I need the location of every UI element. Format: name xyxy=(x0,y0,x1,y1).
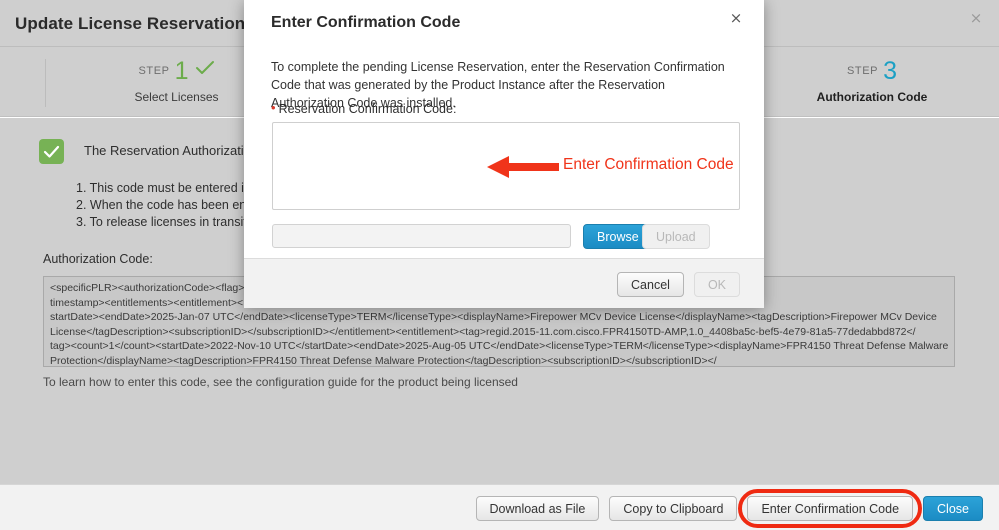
enter-confirmation-code-highlight: Enter Confirmation Code xyxy=(738,489,923,528)
code-line: startDate><endDate>2025-Jan-07 UTC</endD… xyxy=(50,311,937,324)
code-line: tag><count>1</count><startDate>2022-Nov-… xyxy=(50,340,948,353)
step-3-number: 3 xyxy=(883,57,898,85)
cancel-button[interactable]: Cancel xyxy=(617,272,684,297)
ok-button: OK xyxy=(693,272,740,297)
enter-confirmation-code-button[interactable]: Enter Confirmation Code xyxy=(747,496,914,521)
required-marker-icon: • xyxy=(271,100,276,115)
authorization-code-label: Authorization Code: xyxy=(43,252,153,266)
screen: Update License Reservation × STEP 1 Selec… xyxy=(0,0,999,530)
footer-button-group: Download as File Copy to Clipboard Enter… xyxy=(475,489,983,528)
confirmation-code-label-text: Reservation Confirmation Code: xyxy=(278,102,457,116)
code-line: Protection</displayName><tagDescription>… xyxy=(50,354,717,367)
dialog-close-icon[interactable]: × xyxy=(727,9,745,27)
dialog-button-group: Cancel OK xyxy=(617,272,740,297)
step-1-word: STEP xyxy=(138,65,170,77)
checkmark-icon xyxy=(39,139,64,164)
step-3-word: STEP xyxy=(846,65,879,77)
copy-to-clipboard-button[interactable]: Copy to Clipboard xyxy=(609,496,738,521)
dialog-title: Enter Confirmation Code xyxy=(271,14,461,31)
dialog-footer: Cancel OK xyxy=(244,258,764,308)
code-line: License</tagDescription><subscriptionID>… xyxy=(50,325,916,338)
step-3-label: Authorization Code xyxy=(816,90,928,104)
close-icon[interactable]: × xyxy=(967,9,985,27)
step-indicator-3: STEP 3 Authorization Code xyxy=(745,47,999,117)
file-path-input[interactable] xyxy=(272,224,571,248)
learn-more-note: To learn how to enter this code, see the… xyxy=(43,375,518,389)
confirmation-code-input[interactable] xyxy=(272,122,740,210)
file-upload-row: Browse Upload xyxy=(272,224,740,249)
step-1-number: 1 xyxy=(174,57,189,85)
close-button[interactable]: Close xyxy=(923,496,983,521)
upload-button: Upload xyxy=(642,224,710,249)
download-as-file-button[interactable]: Download as File xyxy=(475,496,600,521)
window-footer: Download as File Copy to Clipboard Enter… xyxy=(0,484,999,530)
step-3-top: STEP 3 xyxy=(745,58,999,84)
page-title: Update License Reservation xyxy=(15,14,246,33)
check-icon xyxy=(195,59,215,85)
confirmation-code-field-label: • Reservation Confirmation Code: xyxy=(271,100,456,116)
